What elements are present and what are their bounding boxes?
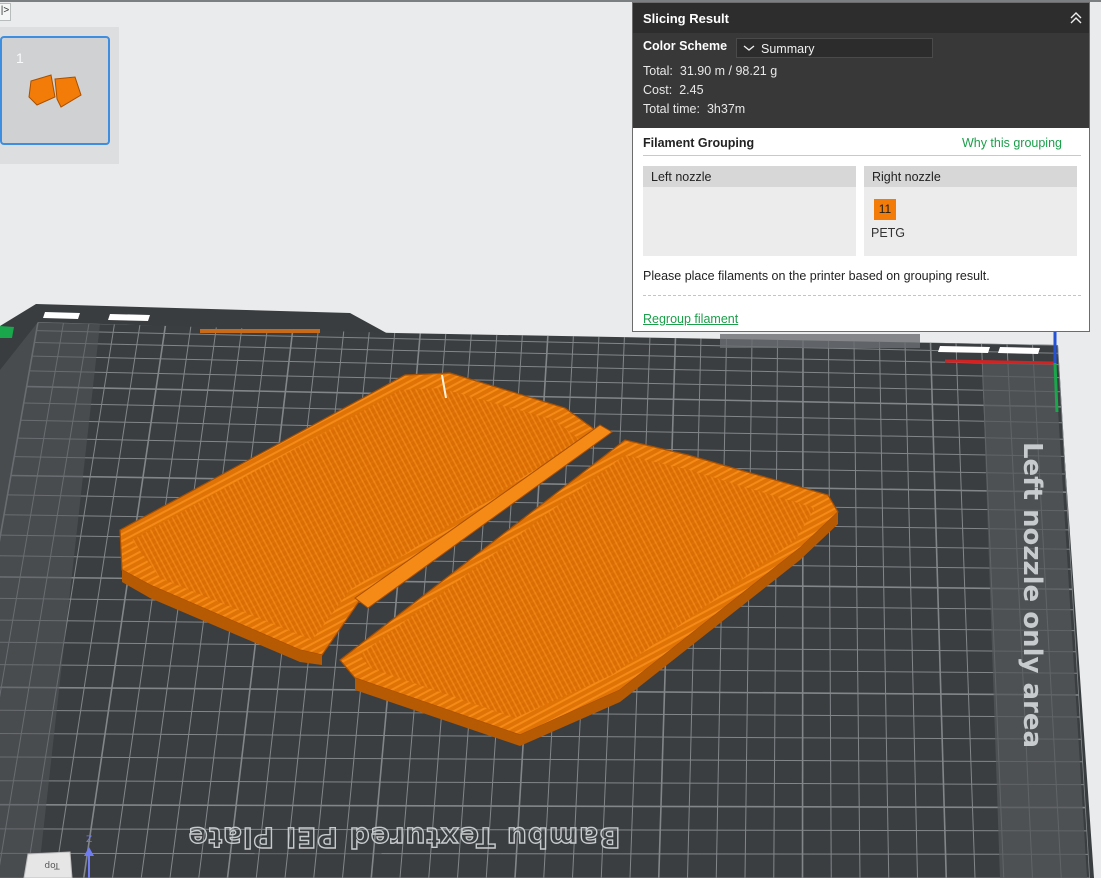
model-thumbnail-icon [28, 74, 82, 108]
grouping-note: Please place filaments on the printer ba… [643, 269, 990, 283]
double-chevron-up-icon[interactable] [1069, 11, 1083, 25]
left-nozzle-label: Left nozzle [651, 170, 712, 184]
filament-slot-swatch[interactable]: 11 [874, 199, 896, 220]
right-nozzle-label: Right nozzle [872, 170, 941, 184]
right-nozzle-box: Right nozzle 11 PETG [864, 166, 1077, 256]
why-grouping-link[interactable]: Why this grouping [962, 136, 1062, 150]
grid-line [801, 339, 804, 878]
color-scheme-dropdown[interactable]: Summary [736, 38, 933, 58]
dashed-divider [643, 295, 1081, 296]
panel-header: Slicing Result [633, 3, 1089, 33]
expand-sidebar-button[interactable]: |> [0, 3, 11, 21]
chevron-down-icon [743, 45, 755, 51]
cost-stat: Cost: 2.45 [643, 83, 704, 97]
right-nozzle-header: Right nozzle [864, 166, 1077, 187]
total-time-label: Total time: [643, 102, 700, 116]
left-nozzle-zone-text: Left nozzle only area [1017, 442, 1047, 748]
plate-thumbnail[interactable]: 1 [0, 36, 110, 145]
total-time-value: 3h37m [706, 102, 746, 116]
cost-label: Cost: [643, 83, 673, 97]
plate-list: 1 [0, 27, 119, 164]
axis-z-label: Z [86, 835, 92, 845]
view-cube-top-label: Top [44, 860, 60, 870]
filament-type-label: PETG [871, 226, 906, 240]
regroup-filament-link[interactable]: Regroup filament [643, 312, 738, 326]
total-time-stat: Total time: 3h37m [643, 102, 745, 116]
total-label: Total: [643, 64, 673, 78]
left-nozzle-header: Left nozzle [643, 166, 856, 187]
cost-value: 2.45 [679, 83, 704, 97]
color-scheme-label: Color Scheme [643, 39, 728, 53]
total-stat: Total: 31.90 m / 98.21 g [643, 64, 777, 78]
divider [643, 155, 1081, 156]
expand-icon: |> [0, 5, 10, 16]
total-value: 31.90 m / 98.21 g [679, 64, 778, 78]
panel-title: Slicing Result [643, 11, 729, 26]
slicing-result-panel: Slicing Result Color Scheme Summary Tota… [632, 2, 1090, 332]
plate-name-text: Bambu Textured PEI Plate [188, 821, 621, 854]
color-scheme-value: Summary [761, 42, 815, 56]
slicing-summary-section: Slicing Result Color Scheme Summary Tota… [633, 3, 1089, 128]
filament-grouping-title: Filament Grouping [643, 136, 755, 150]
left-nozzle-box: Left nozzle [643, 166, 856, 256]
plate-number: 1 [16, 50, 24, 66]
